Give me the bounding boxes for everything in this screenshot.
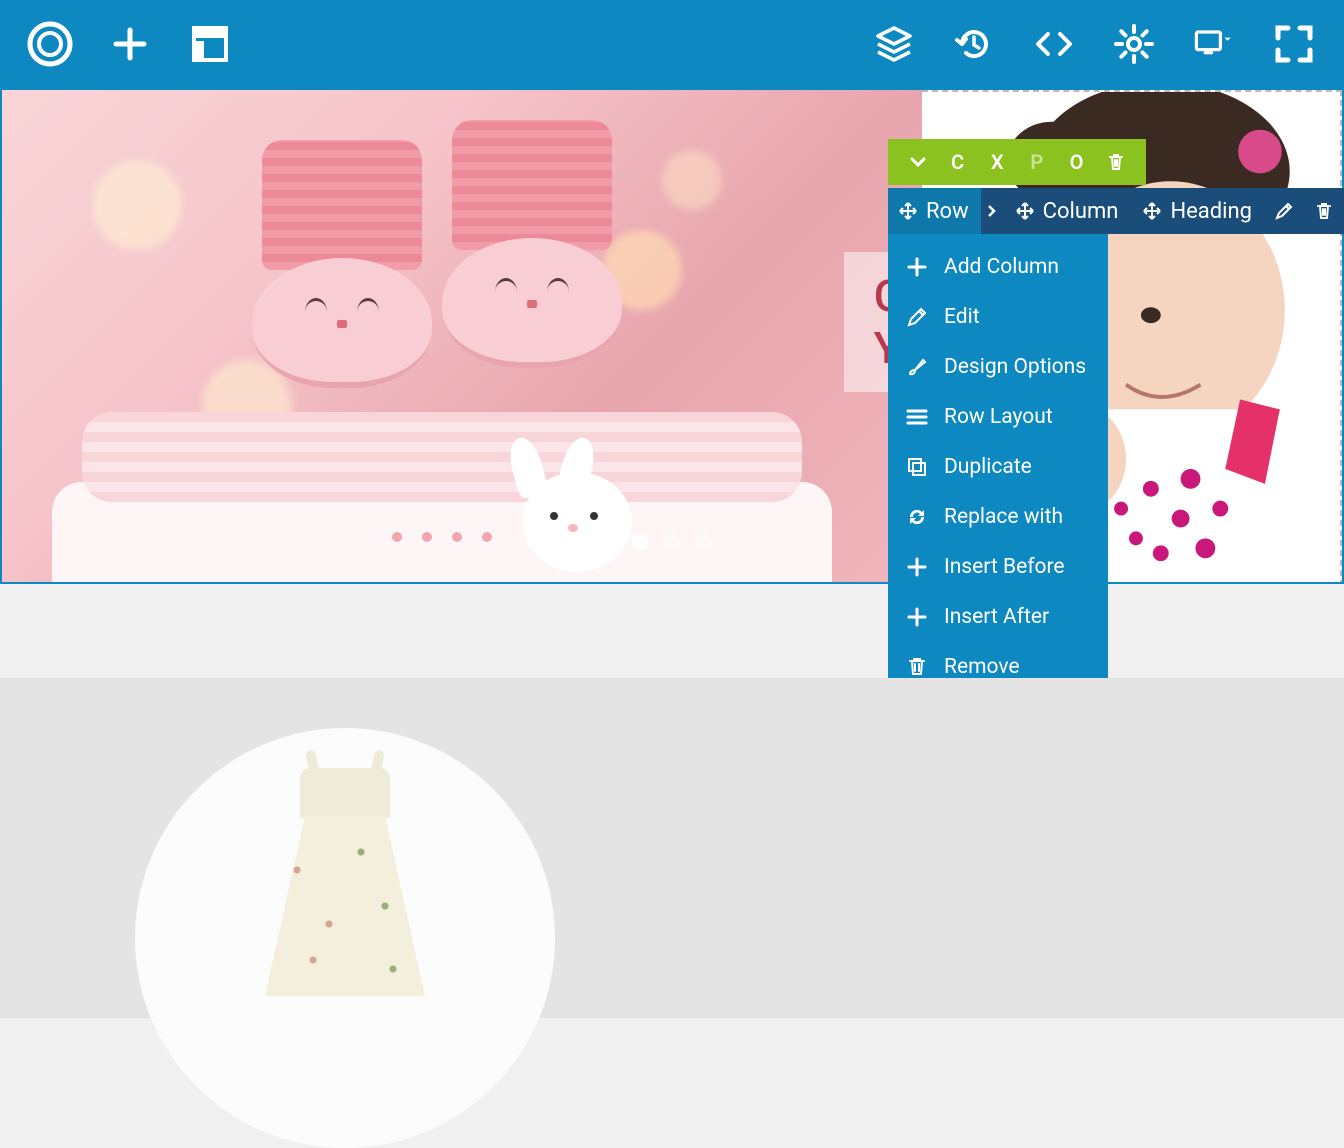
menu-replace-with[interactable]: Replace with xyxy=(888,492,1108,542)
element-copy-button[interactable]: C xyxy=(938,139,978,185)
plus-icon xyxy=(906,606,928,628)
menu-duplicate[interactable]: Duplicate xyxy=(888,442,1108,492)
breadcrumb-delete-button[interactable] xyxy=(1304,188,1344,234)
element-delete-button[interactable] xyxy=(1096,139,1136,185)
settings-button[interactable] xyxy=(1098,8,1170,80)
menu-edit[interactable]: Edit xyxy=(888,292,1108,342)
element-breadcrumb: Row Column Heading xyxy=(888,188,1344,234)
breadcrumb-column[interactable]: Column xyxy=(1003,188,1131,234)
menu-add-column[interactable]: Add Column xyxy=(888,242,1108,292)
element-dropdown-toggle[interactable] xyxy=(898,139,938,185)
breadcrumb-row[interactable]: Row xyxy=(888,188,981,234)
menu-design-options[interactable]: Design Options xyxy=(888,342,1108,392)
history-button[interactable] xyxy=(938,8,1010,80)
pencil-icon xyxy=(1274,201,1294,221)
menu-insert-after-label: Insert After xyxy=(944,605,1049,629)
template-icon xyxy=(190,24,230,64)
add-button[interactable] xyxy=(94,8,166,80)
product-area xyxy=(0,678,1344,1018)
breadcrumb-edit-button[interactable] xyxy=(1264,188,1304,234)
history-icon xyxy=(954,24,994,64)
duplicate-icon xyxy=(906,456,928,478)
logo-button[interactable] xyxy=(14,8,86,80)
brush-icon xyxy=(906,356,928,378)
code-button[interactable] xyxy=(1018,8,1090,80)
code-icon xyxy=(1034,24,1074,64)
chevron-right-icon xyxy=(987,201,997,221)
monitor-icon xyxy=(1194,24,1234,64)
toolbar-right xyxy=(858,8,1330,80)
responsive-button[interactable] xyxy=(1178,8,1250,80)
move-icon xyxy=(898,201,918,221)
element-paste-button[interactable]: P xyxy=(1017,139,1057,185)
menu-insert-after[interactable]: Insert After xyxy=(888,592,1108,642)
plus-icon xyxy=(906,556,928,578)
plus-icon xyxy=(110,24,150,64)
pencil-icon xyxy=(906,306,928,328)
breadcrumb-heading[interactable]: Heading xyxy=(1130,188,1264,234)
toolbar-left xyxy=(14,8,246,80)
breadcrumb-separator xyxy=(981,188,1003,234)
circle-logo-icon xyxy=(26,20,74,68)
menu-row-layout-label: Row Layout xyxy=(944,405,1053,429)
breadcrumb-column-label: Column xyxy=(1043,199,1119,224)
baby-booties xyxy=(252,110,652,450)
move-icon xyxy=(1142,201,1162,221)
move-icon xyxy=(1015,201,1035,221)
fullscreen-icon xyxy=(1274,24,1314,64)
menu-edit-label: Edit xyxy=(944,305,980,329)
rows-icon xyxy=(906,406,928,428)
element-cut-button[interactable]: X xyxy=(977,139,1017,185)
chevron-down-icon xyxy=(908,152,928,172)
bokeh-light xyxy=(662,150,722,210)
layers-icon xyxy=(874,24,914,64)
bokeh-light xyxy=(92,160,182,250)
slider-dot-2[interactable] xyxy=(664,534,680,550)
menu-insert-before[interactable]: Insert Before xyxy=(888,542,1108,592)
trash-icon xyxy=(906,656,928,678)
menu-row-layout[interactable]: Row Layout xyxy=(888,392,1108,442)
template-button[interactable] xyxy=(174,8,246,80)
layers-button[interactable] xyxy=(858,8,930,80)
menu-add-column-label: Add Column xyxy=(944,255,1059,279)
product-dress xyxy=(265,768,425,1008)
menu-duplicate-label: Duplicate xyxy=(944,455,1032,479)
plus-icon xyxy=(906,256,928,278)
menu-replace-with-label: Replace with xyxy=(944,505,1063,529)
element-options-button[interactable]: O xyxy=(1057,139,1097,185)
menu-design-options-label: Design Options xyxy=(944,355,1086,379)
clothes-stack xyxy=(52,412,852,582)
breadcrumb-heading-label: Heading xyxy=(1170,199,1252,224)
refresh-icon xyxy=(906,506,928,528)
trash-icon xyxy=(1106,152,1126,172)
gear-icon xyxy=(1114,24,1154,64)
content-area: GROW W YOUR K xyxy=(0,88,1344,940)
breadcrumb-row-label: Row xyxy=(926,199,969,224)
top-toolbar xyxy=(0,0,1344,88)
slider-dot-1[interactable] xyxy=(632,534,648,550)
slider-dots xyxy=(632,534,712,550)
menu-insert-before-label: Insert Before xyxy=(944,555,1065,579)
menu-remove-label: Remove xyxy=(944,655,1020,679)
element-action-bar: C X P O xyxy=(888,139,1146,185)
fullscreen-button[interactable] xyxy=(1258,8,1330,80)
slider-dot-3[interactable] xyxy=(696,534,712,550)
trash-icon xyxy=(1314,201,1334,221)
